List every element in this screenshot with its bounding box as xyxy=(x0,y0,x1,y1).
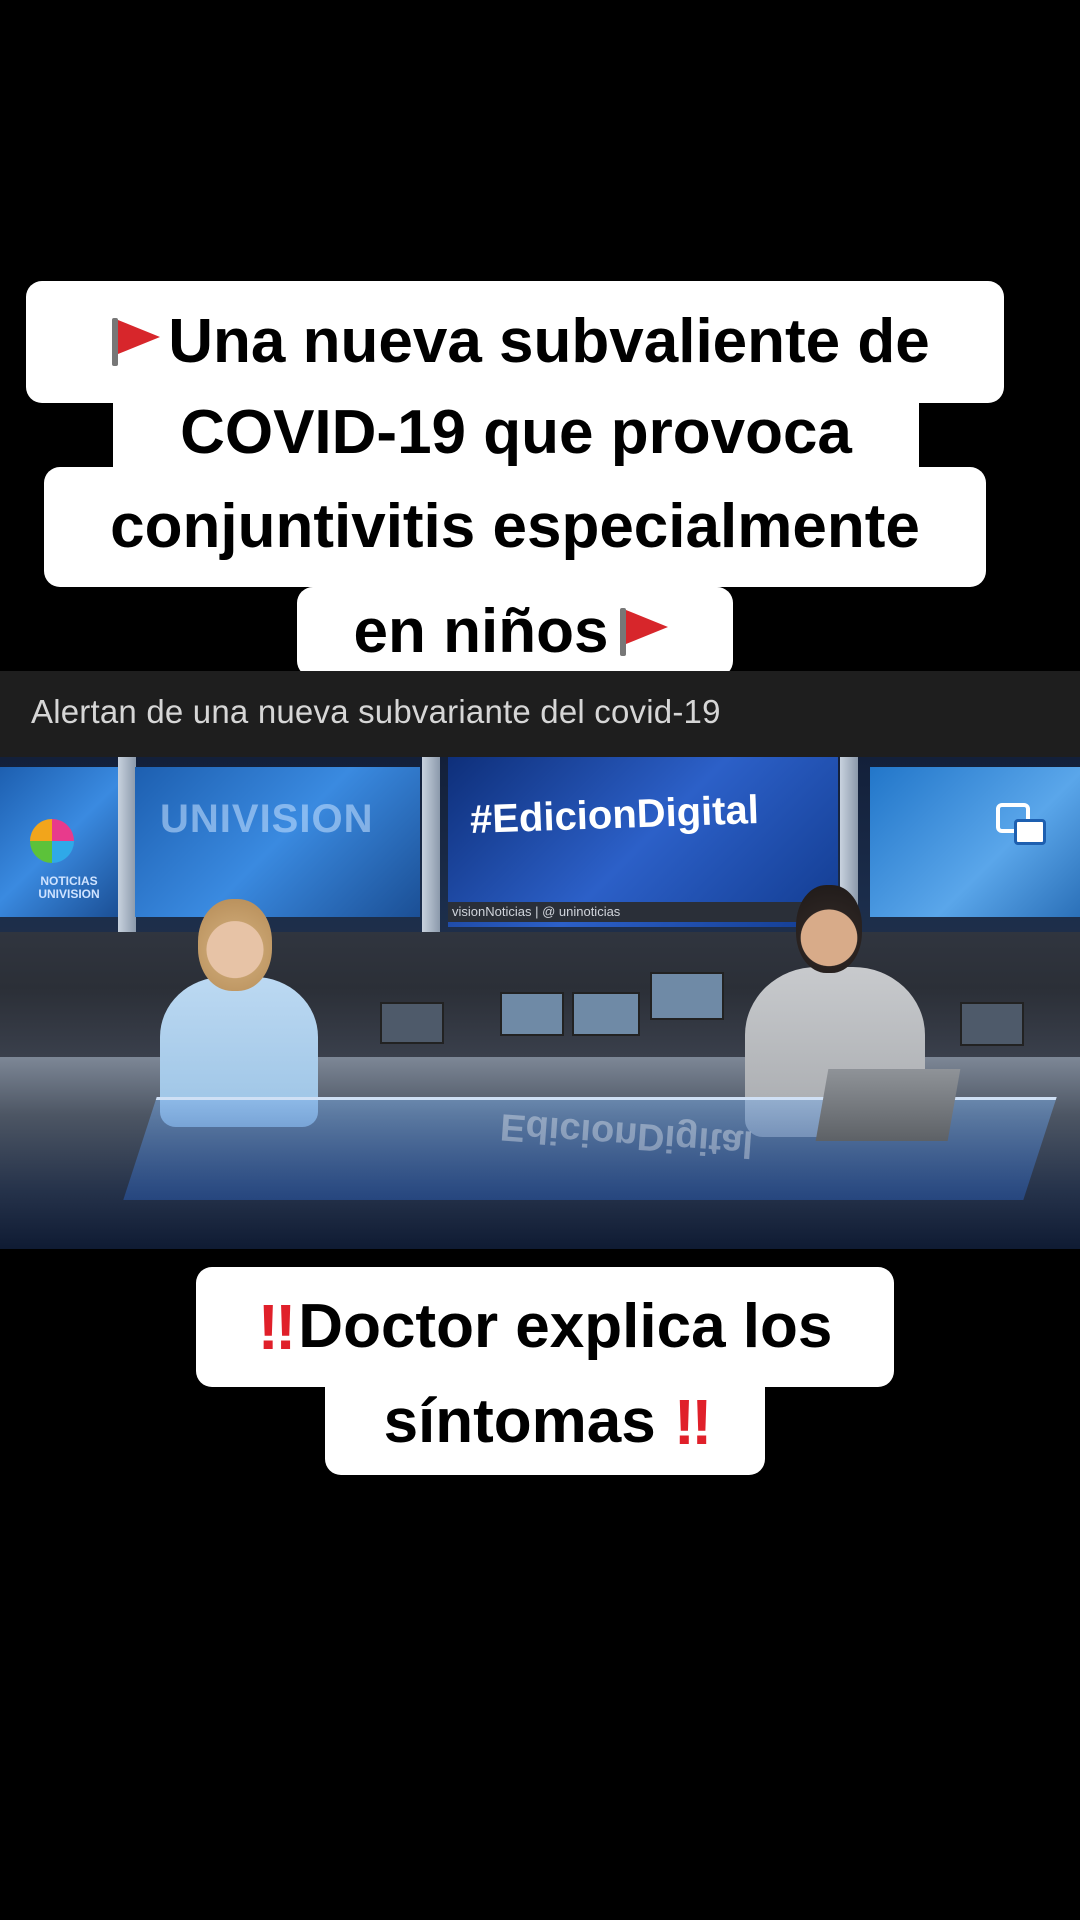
wall-logo-text: NOTICIAS UNIVISION xyxy=(38,874,100,902)
video-title-bar: Alertan de una nueva subvariante del cov… xyxy=(0,671,1080,757)
double-exclamation-icon: ‼ xyxy=(673,1386,713,1458)
red-flag-icon xyxy=(614,608,670,656)
double-exclamation-icon: ‼ xyxy=(257,1291,297,1363)
top-caption-line-3: conjuntivitis especialmente xyxy=(44,467,986,587)
picture-in-picture-icon[interactable] xyxy=(996,803,1046,845)
univision-logo-icon xyxy=(30,819,74,863)
caption-text: conjuntivitis especialmente xyxy=(110,492,920,561)
laptop xyxy=(815,1069,961,1141)
caption-text: en niños xyxy=(353,597,609,666)
bottom-caption-line-2: síntomas ‼ xyxy=(325,1369,765,1475)
male-anchor-head xyxy=(796,885,862,973)
wall-brand-text: UNIVISION xyxy=(160,797,374,841)
caption-text: síntomas xyxy=(383,1387,656,1456)
caption-text: Una nueva subvaliente de xyxy=(168,307,930,376)
caption-text: Doctor explica los xyxy=(298,1292,833,1361)
wall-screen: NOTICIAS UNIVISION xyxy=(0,767,118,917)
video-title: Alertan de una nueva subvariante del cov… xyxy=(31,693,721,730)
newsroom-monitor xyxy=(500,992,564,1036)
social-ticker: visionNoticias | @ uninoticias xyxy=(448,902,802,922)
female-anchor-head xyxy=(198,899,272,991)
news-video-frame[interactable]: NOTICIAS UNIVISION UNIVISION #EdicionDig… xyxy=(0,757,1080,1249)
wall-screen xyxy=(135,767,420,917)
newsroom-monitor xyxy=(650,972,724,1020)
top-caption-line-4: en niños xyxy=(297,587,733,677)
newsroom-monitor xyxy=(572,992,640,1036)
caption-text: COVID-19 que provoca xyxy=(180,398,852,467)
newsroom-monitor xyxy=(380,1002,444,1044)
wall-screen xyxy=(870,767,1080,917)
red-flag-icon xyxy=(106,318,162,366)
newsroom-monitor xyxy=(960,1002,1024,1046)
